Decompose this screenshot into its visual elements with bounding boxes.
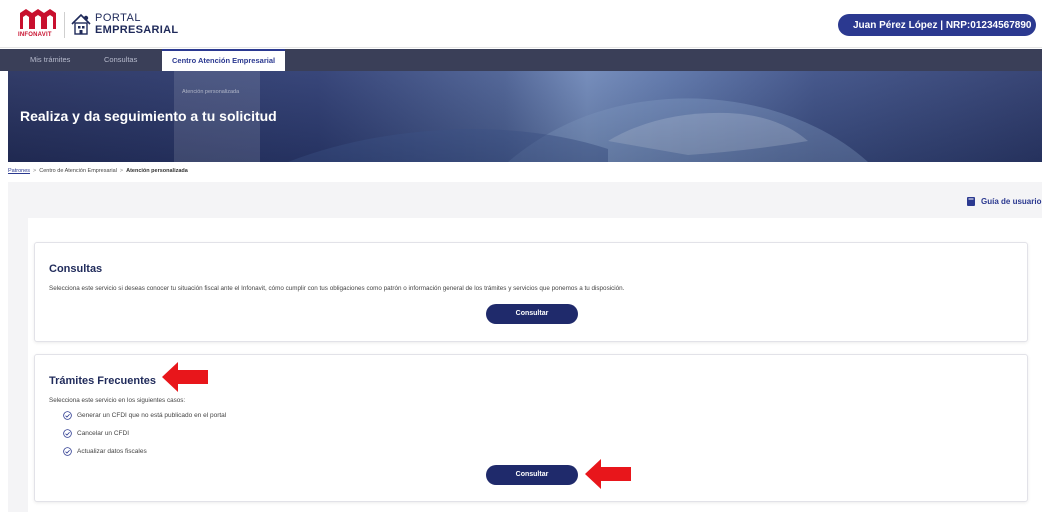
breadcrumb-separator: > [33, 168, 37, 174]
user-name-nrp: Juan Pérez López | NRP:01234567890 [853, 19, 1032, 31]
list-item: Generar un CFDI que no está publicado en… [63, 411, 226, 420]
main-nav: Mis trámites Consultas Centro Atención E… [0, 49, 1042, 71]
empresarial-label: EMPRESARIAL [95, 24, 179, 36]
user-guide-link[interactable]: Guía de usuario [967, 197, 1041, 206]
book-icon [967, 197, 975, 206]
breadcrumb-current: Atención personalizada [126, 168, 188, 174]
breadcrumb-separator: > [119, 168, 124, 174]
page-title: Realiza y da seguimiento a tu solicitud [20, 108, 277, 124]
consultas-card: Consultas Selecciona este servicio si de… [34, 242, 1028, 342]
building-icon [71, 13, 91, 35]
check-circle-icon [63, 411, 72, 420]
annotation-arrow-left-icon [162, 362, 208, 392]
infonavit-logo-text: INFONAVIT [18, 32, 52, 38]
tab-centro-atencion-empresarial[interactable]: Centro Atención Empresarial [162, 49, 286, 71]
list-item: Cancelar un CFDI [63, 429, 129, 438]
tramites-frecuentes-description: Selecciona este servicio en los siguient… [49, 397, 186, 404]
list-item: Actualizar datos fiscales [63, 447, 147, 456]
top-header: INFONAVIT PORTAL EMPRESARIAL Juan Pérez … [0, 0, 1042, 48]
infonavit-logo-icon [20, 9, 56, 29]
infonavit-logo[interactable]: INFONAVIT [18, 9, 60, 41]
tramites-frecuentes-title: Trámites Frecuentes [49, 375, 156, 387]
check-circle-icon [63, 447, 72, 456]
consultas-consultar-button[interactable]: Consultar [486, 304, 578, 324]
portal-label: PORTAL [95, 12, 141, 24]
breadcrumb-link-patrones[interactable]: Patrones [8, 168, 30, 174]
check-circle-icon [63, 429, 72, 438]
tramites-consultar-button[interactable]: Consultar [486, 465, 578, 485]
portal-empresarial-logo[interactable]: PORTAL EMPRESARIAL [70, 10, 178, 40]
annotation-arrow-left-icon [585, 459, 631, 489]
dropdown-item-hint[interactable]: Atención personalizada [182, 89, 239, 95]
consultas-title: Consultas [49, 263, 103, 275]
breadcrumb: Patrones > Centro de Atención Empresarial >… [8, 168, 188, 174]
tab-consultas[interactable]: Consultas [94, 49, 147, 71]
user-menu-button[interactable]: Juan Pérez López | NRP:01234567890 ⌄ [838, 14, 1042, 36]
logo-divider [64, 12, 65, 38]
tab-mis-tramites[interactable]: Mis trámites [20, 49, 80, 71]
list-item-label: Generar un CFDI que no está publicado en… [77, 412, 227, 419]
hero-banner: Atención personalizada Realiza y da segu… [8, 71, 1042, 162]
breadcrumb-centro-atencion[interactable]: Centro de Atención Empresarial [39, 168, 117, 174]
consultas-description: Selecciona este servicio si deseas conoc… [49, 285, 625, 292]
list-item-label: Cancelar un CFDI [77, 430, 130, 437]
chevron-down-icon: ⌄ [1037, 20, 1042, 30]
list-item-label: Actualizar datos fiscales [77, 448, 147, 455]
user-guide-label: Guía de usuario [981, 197, 1042, 206]
